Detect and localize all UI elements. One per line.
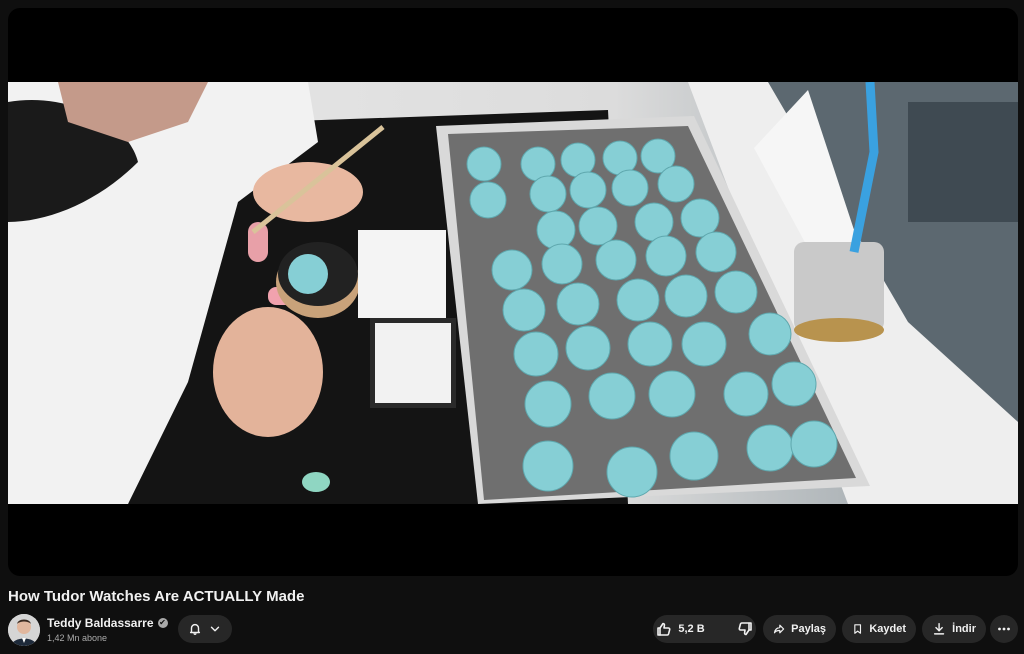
channel-avatar[interactable] <box>8 614 40 646</box>
like-dislike-group: 5,2 B <box>653 615 756 643</box>
bell-icon <box>189 623 201 636</box>
download-label: İndir <box>952 623 976 635</box>
thumbs-up-icon <box>657 622 671 636</box>
dislike-button[interactable] <box>727 615 763 643</box>
thumbs-down-icon <box>738 622 752 636</box>
subscriber-count: 1,42 Mn abone <box>47 633 108 643</box>
video-frame-image <box>8 82 1018 504</box>
save-label: Kaydet <box>869 623 906 635</box>
video-title: How Tudor Watches Are ACTUALLY Made <box>8 588 305 605</box>
share-label: Paylaş <box>791 623 826 635</box>
like-button[interactable]: 5,2 B <box>646 615 714 643</box>
more-horizontal-icon <box>998 627 1010 631</box>
save-button[interactable]: Kaydet <box>842 615 916 643</box>
share-icon <box>773 624 785 634</box>
like-count: 5,2 B <box>678 623 705 635</box>
bookmark-icon <box>854 624 862 634</box>
avatar-image <box>8 614 40 646</box>
channel-name[interactable]: Teddy Baldassarre ✔ <box>47 616 168 630</box>
more-actions-button[interactable] <box>990 615 1018 643</box>
channel-row: Teddy Baldassarre ✔ 1,42 Mn abone 5,2 B <box>8 614 1018 646</box>
notification-bell-button[interactable] <box>178 615 232 643</box>
verified-badge-icon: ✔ <box>157 618 168 628</box>
share-button[interactable]: Paylaş <box>763 615 836 643</box>
channel-name-text[interactable]: Teddy Baldassarre <box>47 616 154 630</box>
download-icon <box>933 622 945 635</box>
video-player[interactable] <box>8 8 1018 576</box>
download-button[interactable]: İndir <box>922 615 986 643</box>
chevron-down-icon <box>210 626 220 632</box>
video-frame[interactable] <box>8 82 1018 504</box>
